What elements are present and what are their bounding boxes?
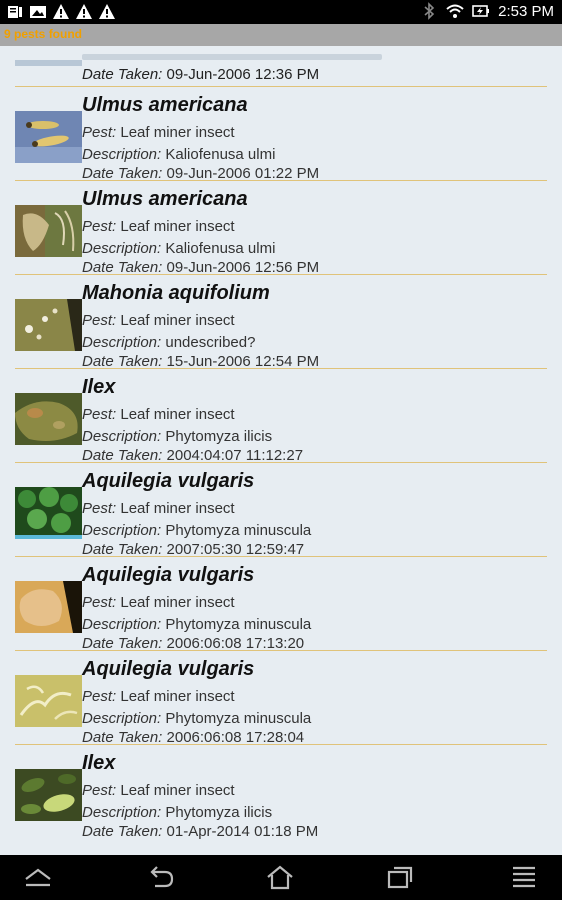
wifi-icon [446, 2, 464, 20]
clock-time: 2:53 PM [498, 2, 554, 20]
holly-foliage-thumbnail [15, 769, 82, 821]
description-line: Description: Phytomyza ilicis [82, 428, 273, 445]
divider [15, 556, 547, 557]
list-item[interactable]: Ilex Pest: Leaf miner insect Description… [0, 744, 562, 840]
home-icon[interactable] [263, 863, 297, 891]
leaf-spots-thumbnail [15, 299, 82, 351]
divider [15, 744, 547, 745]
back-icon[interactable] [143, 863, 177, 891]
pest-line: Pest: Leaf miner insect [82, 688, 235, 705]
divider [15, 650, 547, 651]
list-item[interactable]: Aquilegia vulgaris Pest: Leaf miner inse… [0, 650, 562, 746]
mined-leaf-thumbnail [15, 675, 82, 727]
pest-line: Pest: Leaf miner insect [82, 312, 235, 329]
plant-name: Mahonia aquifolium [82, 282, 270, 304]
description-line: Description: Kaliofenusa ulmi [82, 146, 276, 163]
date-line: Date Taken: 09-Jun-2006 12:36 PM [82, 66, 320, 83]
description-line: Description: Phytomyza ilicis [82, 804, 273, 821]
holly-leaf-thumbnail [15, 393, 82, 445]
leaf-closeup-thumbnail [15, 581, 82, 633]
pest-line: Pest: Leaf miner insect [82, 406, 235, 423]
plant-name: Aquilegia vulgaris [82, 470, 255, 492]
plant-name: Ilex [82, 752, 116, 774]
status-bar: 2:53 PM [0, 0, 562, 24]
plant-name: Ilex [82, 376, 116, 398]
larvae-thumbnail [15, 111, 82, 163]
pest-list[interactable]: Date Taken: 09-Jun-2006 12:36 PM Ulmus a… [0, 46, 562, 855]
foliage-thumbnail [15, 487, 82, 539]
divider [15, 86, 547, 87]
list-item[interactable]: Aquilegia vulgaris Pest: Leaf miner inse… [0, 556, 562, 652]
pest-line: Pest: Leaf miner insect [82, 124, 235, 141]
date-line: Date Taken: 01-Apr-2014 01:18 PM [82, 823, 319, 840]
list-item[interactable]: Ulmus americana Pest: Leaf miner insect … [0, 180, 562, 276]
pest-line: Pest: Leaf miner insect [82, 594, 235, 611]
plant-name: Ulmus americana [82, 94, 248, 116]
list-item[interactable]: Ulmus americana Pest: Leaf miner insect … [0, 86, 562, 182]
divider [15, 274, 547, 275]
notification-icon [6, 3, 24, 21]
menu-icon[interactable] [507, 863, 541, 891]
leaf-thumbnail [15, 205, 82, 257]
list-item[interactable]: Ilex Pest: Leaf miner insect Description… [0, 368, 562, 464]
navigation-bar [0, 855, 562, 900]
pest-line: Pest: Leaf miner insect [82, 218, 235, 235]
results-header: 9 pests found [0, 24, 562, 46]
recent-apps-icon[interactable] [383, 863, 417, 891]
description-line: Description: Phytomyza minuscula [82, 522, 312, 539]
description-line: Description: Kaliofenusa ulmi [82, 240, 276, 257]
description-line: Description: Phytomyza minuscula [82, 710, 312, 727]
divider [15, 368, 547, 369]
battery-charging-icon [472, 2, 490, 20]
image-icon [29, 3, 47, 21]
divider [15, 462, 547, 463]
plant-name: Aquilegia vulgaris [82, 658, 255, 680]
warning-icon [75, 3, 93, 21]
warning-icon [98, 3, 116, 21]
divider [15, 180, 547, 181]
description-line: Description: undescribed? [82, 334, 256, 351]
list-item[interactable]: Aquilegia vulgaris Pest: Leaf miner inse… [0, 462, 562, 558]
list-item[interactable]: Mahonia aquifolium Pest: Leaf miner inse… [0, 274, 562, 370]
thumbnail-partial [15, 60, 82, 66]
pest-line: Pest: Leaf miner insect [82, 782, 235, 799]
plant-name: Aquilegia vulgaris [82, 564, 255, 586]
bluetooth-icon [420, 2, 438, 20]
description-line: Description: Phytomyza minuscula [82, 616, 312, 633]
pest-line: Pest: Leaf miner insect [82, 500, 235, 517]
results-count: 9 pests found [4, 27, 83, 41]
cut-off-text [82, 54, 382, 60]
plant-name: Ulmus americana [82, 188, 248, 210]
chevron-up-icon[interactable] [21, 863, 55, 891]
list-item-partial[interactable]: Date Taken: 09-Jun-2006 12:36 PM [0, 46, 562, 86]
warning-icon [52, 3, 70, 21]
